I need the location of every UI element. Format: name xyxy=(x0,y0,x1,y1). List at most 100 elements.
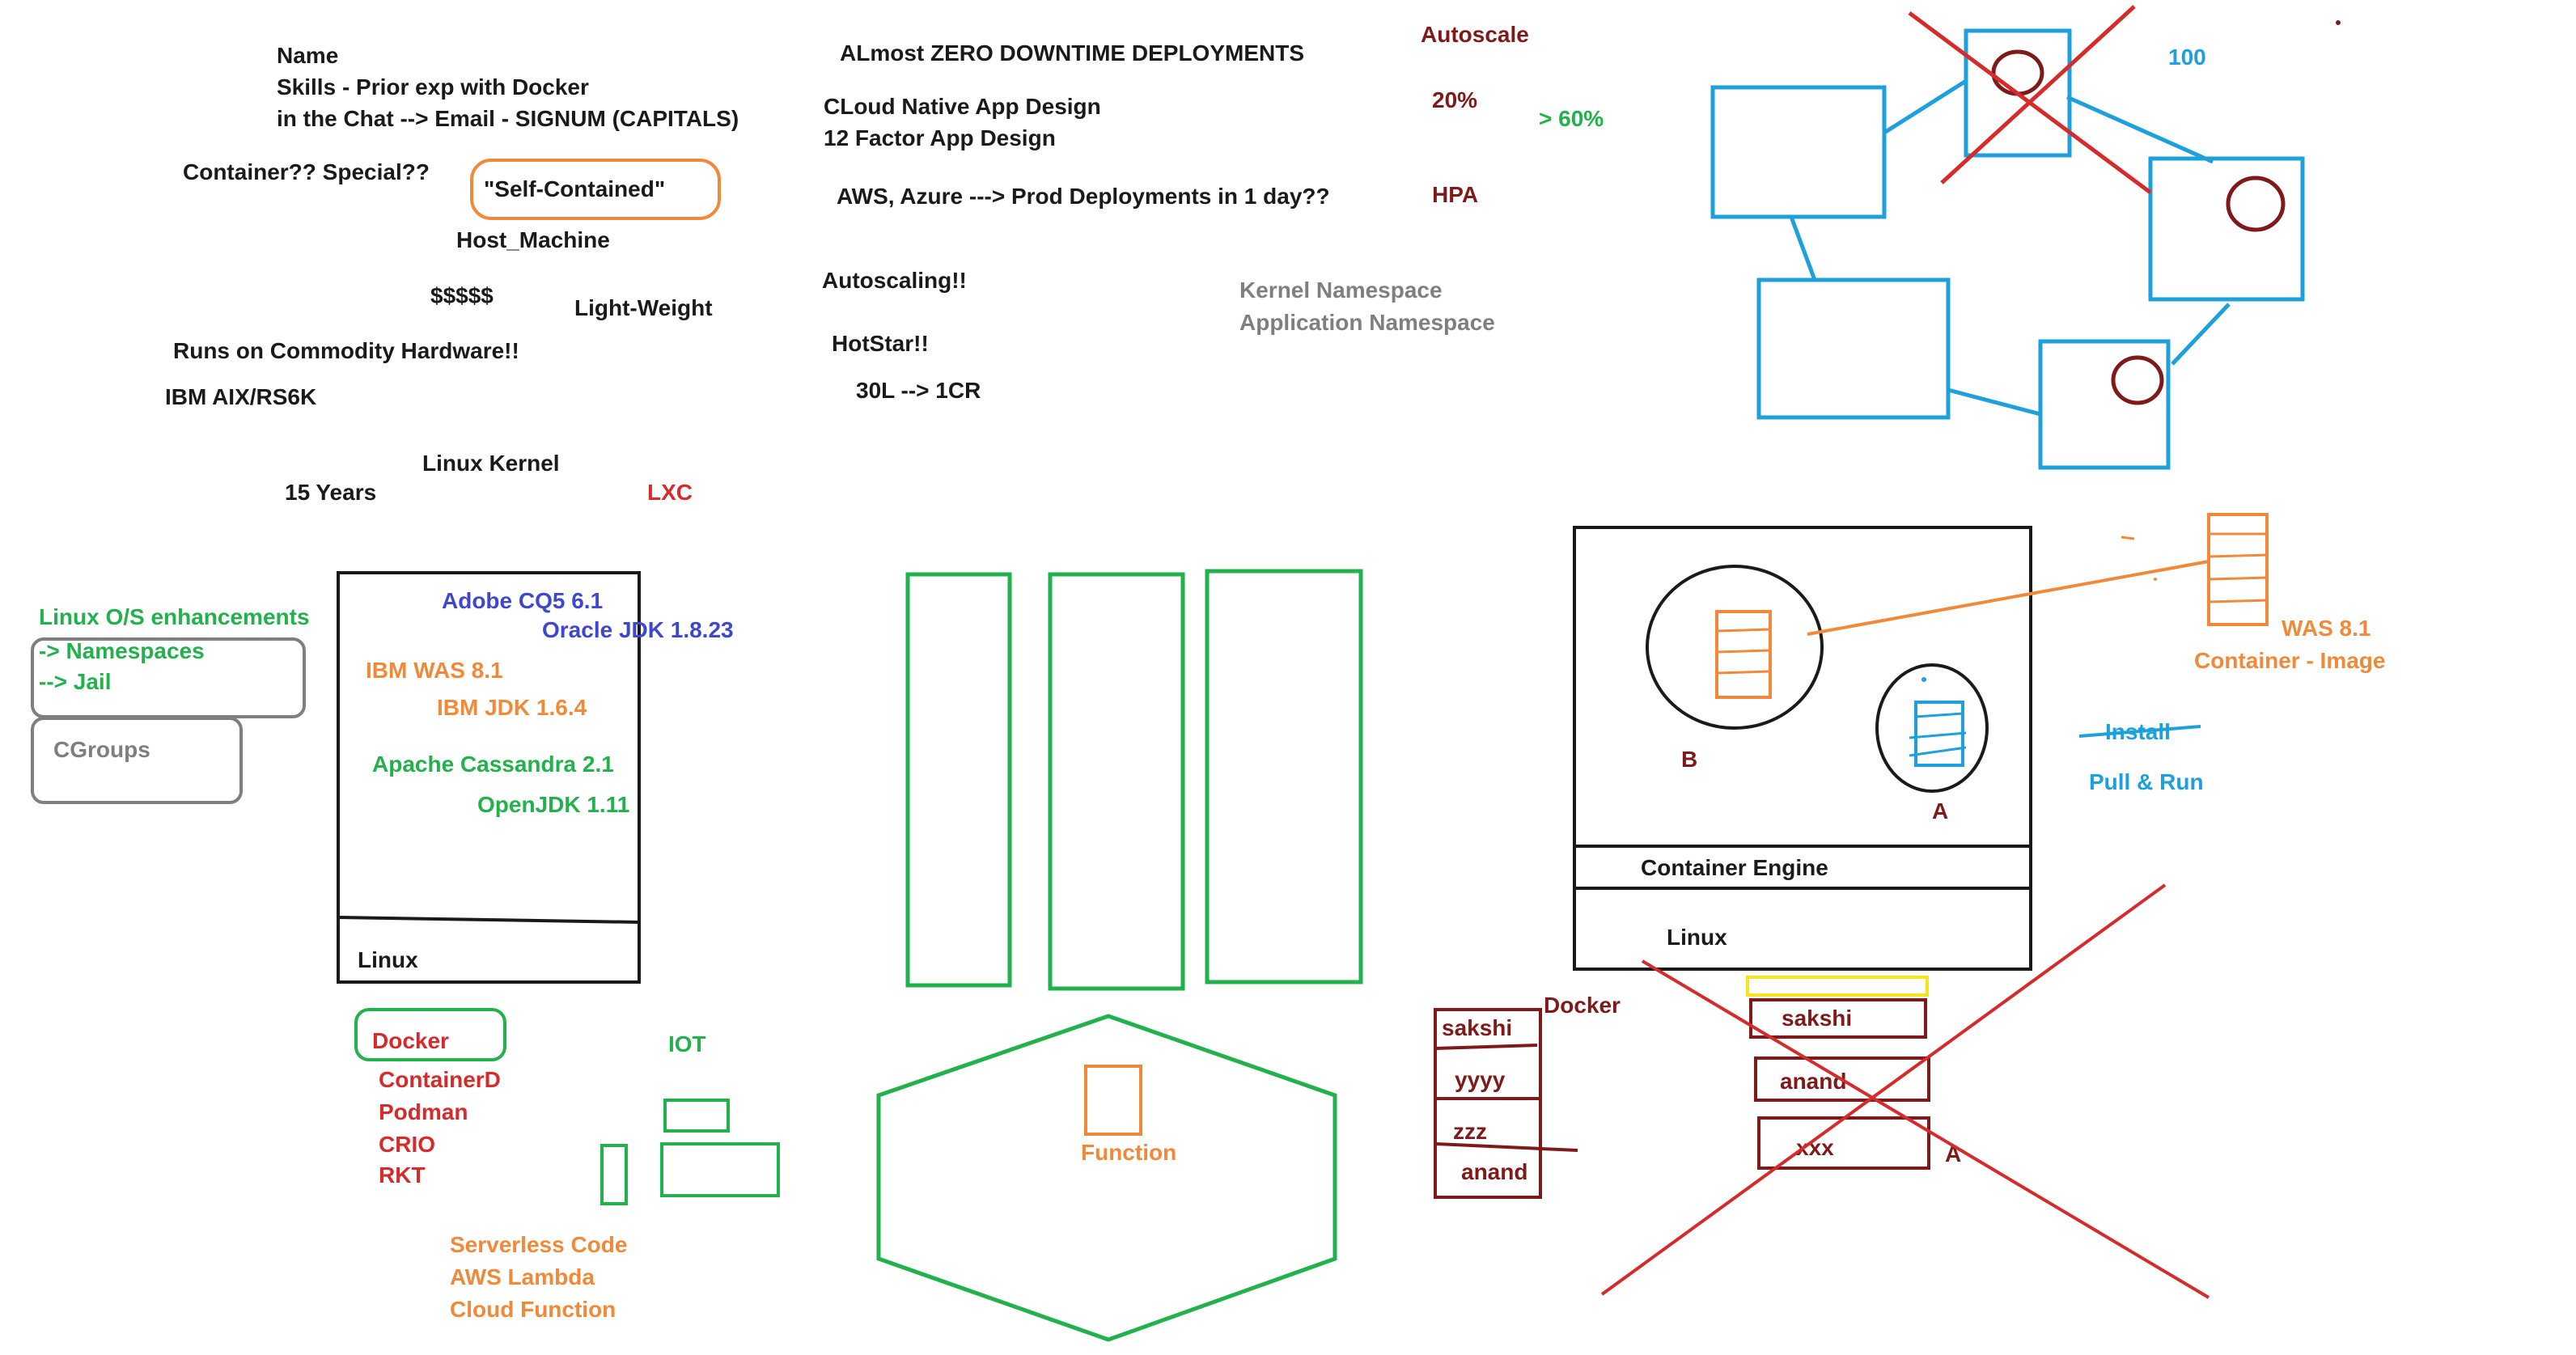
note-zero-downtime: ALmost ZERO DOWNTIME DEPLOYMENTS xyxy=(840,40,1304,66)
layer-left: zzz xyxy=(1453,1119,1487,1144)
image-link xyxy=(1807,560,2210,636)
note-hpa: HPA xyxy=(1432,182,1478,207)
linux-enh-namespaces: -> Namespaces xyxy=(39,638,205,663)
note-aws-azure: AWS, Azure ---> Prod Deployments in 1 da… xyxy=(837,184,1330,209)
note-self-contained: "Self-Contained" xyxy=(484,176,665,201)
layer-left: yyyy xyxy=(1455,1067,1506,1092)
image-layers-left: Docker sakshi yyyy zzz anand xyxy=(1434,993,1621,1199)
note-chat: in the Chat --> Email - SIGNUM (CAPITALS… xyxy=(277,106,739,131)
pillar xyxy=(905,572,1012,988)
stray-dot xyxy=(2336,20,2341,25)
cluster-link xyxy=(2171,303,2231,366)
runtime-podman: Podman xyxy=(379,1099,468,1124)
host-divider xyxy=(337,916,640,924)
container-a-label: A xyxy=(1932,798,1948,824)
serverless-aws-lambda: AWS Lambda xyxy=(450,1264,595,1289)
pull-run-label: Pull & Run xyxy=(2089,769,2204,794)
note-light-weight: Light-Weight xyxy=(574,295,713,320)
function-box xyxy=(1084,1065,1142,1136)
layer-right: anand xyxy=(1780,1069,1846,1094)
linux-enh-cgroups: CGroups xyxy=(53,737,150,762)
image-stack xyxy=(2207,513,2269,626)
note-autoscaling: Autoscaling!! xyxy=(822,268,967,293)
runtime-containerd: ContainerD xyxy=(379,1067,501,1092)
image-caption: Container - Image xyxy=(2194,648,2385,673)
function-label: Function xyxy=(1081,1140,1176,1165)
runtime-iot: IOT xyxy=(668,1031,706,1056)
note-lxc: LXC xyxy=(647,480,693,505)
layer-yellow xyxy=(1746,976,1929,997)
note-cloud-native: CLoud Native App Design xyxy=(824,94,1101,119)
image-layers-right: sakshi anand xxx A xyxy=(1746,976,1961,1170)
engine-linux-label: Linux xyxy=(1667,925,1727,950)
note-name: Name xyxy=(277,43,338,68)
cluster-node xyxy=(1710,85,1887,219)
layer-left: sakshi xyxy=(1442,1015,1512,1040)
layer-right: sakshi xyxy=(1782,1006,1852,1031)
cluster-link xyxy=(1947,387,2041,417)
serverless-code: Serverless Code xyxy=(450,1232,627,1257)
stack-oracle-jdk: Oracle JDK 1.8.23 xyxy=(542,617,734,642)
runtime-crio: CRIO xyxy=(379,1132,435,1157)
note-ibm-aix: IBM AIX/RS6K xyxy=(165,384,316,409)
image-stack-b xyxy=(1715,610,1772,699)
linux-enh-title: Linux O/S enhancements xyxy=(39,604,310,629)
cluster-link xyxy=(1789,216,1817,281)
cluster-node xyxy=(1756,277,1951,420)
note-autoscale: Autoscale xyxy=(1421,22,1529,47)
note-container-special: Container?? Special?? xyxy=(183,159,430,184)
cluster-diagram xyxy=(1710,28,2305,470)
pillar xyxy=(1048,572,1185,991)
stack-cassandra: Apache Cassandra 2.1 xyxy=(372,752,614,777)
iot-device xyxy=(600,1144,628,1205)
pod-circle xyxy=(1991,49,2044,96)
note-commodity: Runs on Commodity Hardware!! xyxy=(173,338,519,363)
stack-linux: Linux xyxy=(358,947,418,972)
intro-notes: Name Skills - Prior exp with Docker in t… xyxy=(165,43,739,505)
cluster-link xyxy=(1883,78,1968,135)
layers-docker-label: Docker xyxy=(1544,993,1621,1018)
pod-circle xyxy=(2111,355,2164,405)
note-kernel-namespace: Kernel Namespace xyxy=(1239,277,1443,303)
note-30l: 30L --> 1CR xyxy=(856,378,981,403)
note-host-machine: Host_Machine xyxy=(456,227,610,252)
note-12-factor: 12 Factor App Design xyxy=(824,125,1056,150)
stack-openjdk: OpenJDK 1.11 xyxy=(477,792,629,817)
serverless-notes: Serverless Code AWS Lambda Cloud Functio… xyxy=(450,1232,627,1322)
pod-circle xyxy=(2226,176,2286,232)
cluster-node xyxy=(2148,156,2305,302)
linux-enh-jail: --> Jail xyxy=(39,669,111,694)
engine-label: Container Engine xyxy=(1641,855,1828,880)
pillar xyxy=(1205,569,1363,984)
note-skills: Skills - Prior exp with Docker xyxy=(277,74,589,100)
iot-device xyxy=(663,1099,730,1133)
container-b-label: B xyxy=(1681,747,1697,772)
cluster-pods xyxy=(1991,49,2286,405)
container-a xyxy=(1875,663,1989,793)
container-image: WAS 8.1 Container - Image xyxy=(2121,513,2385,673)
note-linux-kernel: Linux Kernel xyxy=(422,451,560,476)
cluster-link xyxy=(2065,95,2214,164)
note-60pct: > 60% xyxy=(1539,106,1604,131)
layer-left: anand xyxy=(1461,1159,1527,1184)
iot-device xyxy=(660,1142,780,1197)
note-15-years: 15 Years xyxy=(285,480,376,505)
note-hotstar: HotStar!! xyxy=(832,331,929,356)
stack-ibm-was: IBM WAS 8.1 xyxy=(366,658,503,683)
cluster-cross xyxy=(1908,5,2152,195)
note-app-namespace: Application Namespace xyxy=(1239,310,1495,335)
whiteboard-canvas: Name Skills - Prior exp with Docker in t… xyxy=(31,5,2385,1342)
serverless-cloud-function: Cloud Function xyxy=(450,1297,616,1322)
linux-enhancements: Linux O/S enhancements -> Namespaces -->… xyxy=(31,604,310,804)
deployment-notes: ALmost ZERO DOWNTIME DEPLOYMENTS CLoud N… xyxy=(822,22,1604,403)
container-engine-host: Container Engine Linux B A xyxy=(1573,526,2032,971)
stack-ibm-jdk: IBM JDK 1.6.4 xyxy=(437,695,587,720)
image-was-label: WAS 8.1 xyxy=(2282,616,2371,641)
note-100: 100 xyxy=(2168,44,2206,70)
note-20pct: 20% xyxy=(1432,87,1477,112)
server-pillars xyxy=(876,569,1363,1342)
stack-adobe: Adobe CQ5 6.1 xyxy=(442,588,603,613)
note-dollars: $$$$$ xyxy=(430,283,494,308)
runtime-rkt: RKT xyxy=(379,1162,426,1188)
host-stack: Adobe CQ5 6.1 Oracle JDK 1.8.23 IBM WAS … xyxy=(337,571,734,984)
